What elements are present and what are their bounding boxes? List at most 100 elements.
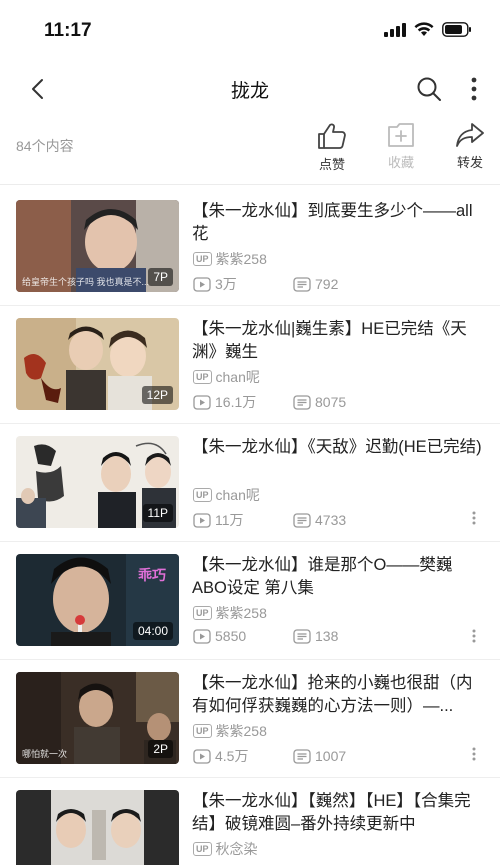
danmaku-count-value: 792 [315,276,339,292]
play-count-icon [193,512,211,528]
video-item[interactable]: 【朱一龙水仙】【巍然】【HE】【合集完结】破镜难圆–番外持续更新中 UP 秋念染 [0,778,500,865]
view-count: 3万 [193,274,237,294]
uploader-name: 秋念染 [215,841,258,857]
content-count: 84个内容 [16,138,74,154]
item-more-button[interactable] [468,508,480,528]
danmaku-count: 1007 [293,748,346,764]
item-more-button[interactable] [468,744,480,764]
up-tag-icon: UP [193,606,212,620]
video-stats: 4.5万 1007 [193,746,346,766]
status-icons [384,22,472,37]
danmaku-count: 4733 [293,512,346,528]
video-item[interactable]: 乖巧 04:00 【朱一龙水仙】谁是那个O——樊巍ABO设定 第八集 UP 紫紫… [0,542,500,660]
uploader-name: chan呢 [215,369,260,385]
video-thumbnail[interactable]: 给皇帝生个孩子吗 我也真是不... 7P [16,200,179,292]
part-count-badge: 12P [141,386,173,404]
view-count-value: 16.1万 [215,394,257,410]
video-stats: 5850 138 [193,628,338,644]
uploader: UP chan呢 [193,367,260,387]
more-vertical-icon [472,629,476,643]
video-item[interactable]: 哪怕就一次 2P 【朱一龙水仙】抢来的小巍也很甜（内有如何俘获巍巍的心方法一则）… [0,660,500,778]
play-count-icon [193,276,211,292]
uploader-name: 紫紫258 [215,605,267,621]
video-stats: 11万 4733 [193,510,346,530]
danmaku-icon [293,512,311,528]
danmaku-icon [293,394,311,410]
status-time: 11:17 [44,20,92,41]
more-vertical-icon [472,511,476,525]
uploader: UP chan呢 [193,485,260,505]
nav-bar: 拢龙 [0,62,500,116]
divider [0,184,500,185]
danmaku-icon [293,276,311,292]
uploader: UP 紫紫258 [193,249,267,269]
view-count-value: 3万 [215,276,237,292]
video-item[interactable]: 12P 【朱一龙水仙|巍生素】HE已完结《天渊》巍生 UP chan呢 16.1… [0,306,500,424]
search-button[interactable] [414,74,444,104]
video-thumbnail[interactable]: 乖巧 04:00 [16,554,179,646]
danmaku-count: 138 [293,628,338,644]
video-stats: 3万 792 [193,274,338,294]
video-title[interactable]: 【朱一龙水仙】《天敌》迟勤(HE已完结) [192,436,484,459]
view-count-value: 11万 [215,512,244,528]
more-vertical-icon [471,77,477,101]
share-arrow-icon [456,123,484,147]
up-tag-icon: UP [193,842,212,856]
view-count: 16.1万 [193,392,256,412]
video-title[interactable]: 【朱一龙水仙】到底要生多少个——all花 [192,200,484,246]
thumbnail-caption: 给皇帝生个孩子吗 我也真是不... [22,277,150,287]
like-label: 点赞 [318,157,345,172]
video-title[interactable]: 【朱一龙水仙|巍生素】HE已完结《天渊》巍生 [192,318,484,364]
thumbnail-caption: 哪怕就一次 [22,749,68,759]
video-list: 给皇帝生个孩子吗 我也真是不... 7P 【朱一龙水仙】到底要生多少个——all… [0,188,500,865]
search-icon [417,77,441,101]
add-favorite-icon [388,123,414,147]
view-count-value: 5850 [215,628,247,644]
summary-bar: 84个内容 点赞 收藏 转发 [0,116,500,182]
danmaku-count-value: 1007 [315,748,347,764]
up-tag-icon: UP [193,488,212,502]
part-count-badge: 7P [148,268,173,286]
danmaku-icon [293,748,311,764]
like-button[interactable]: 点赞 [307,122,357,173]
danmaku-icon [293,628,311,644]
danmaku-count-value: 8075 [315,394,347,410]
share-button[interactable]: 转发 [445,122,495,171]
video-title[interactable]: 【朱一龙水仙】抢来的小巍也很甜（内有如何俘获巍巍的心方法一则）—... [192,672,484,718]
video-thumbnail[interactable] [16,790,179,865]
video-title[interactable]: 【朱一龙水仙】谁是那个O——樊巍ABO设定 第八集 [192,554,484,600]
battery-icon [442,22,471,37]
uploader-name: chan呢 [215,487,260,503]
video-stats: 16.1万 8075 [193,392,346,412]
signal-icon [384,22,406,37]
video-thumbnail[interactable]: 哪怕就一次 2P [16,672,179,764]
video-title[interactable]: 【朱一龙水仙】【巍然】【HE】【合集完结】破镜难圆–番外持续更新中 [192,790,484,836]
item-more-button[interactable] [468,626,480,646]
view-count: 4.5万 [193,746,248,766]
part-count-badge: 11P [142,504,173,522]
play-count-icon [193,628,211,644]
uploader: UP 紫紫258 [193,603,267,623]
thumbs-up-icon [318,123,346,149]
up-tag-icon: UP [193,370,212,384]
video-item[interactable]: 给皇帝生个孩子吗 我也真是不... 7P 【朱一龙水仙】到底要生多少个——all… [0,188,500,306]
view-count: 5850 [193,628,246,644]
more-button[interactable] [462,74,486,104]
video-thumbnail[interactable]: 11P [16,436,179,528]
favorite-button[interactable]: 收藏 [376,122,426,171]
favorite-label: 收藏 [387,155,414,170]
up-tag-icon: UP [193,724,212,738]
play-count-icon [193,748,211,764]
status-bar: 11:17 [0,0,500,62]
video-thumbnail[interactable]: 12P [16,318,179,410]
video-item[interactable]: 11P 【朱一龙水仙】《天敌》迟勤(HE已完结) UP chan呢 11万 47… [0,424,500,542]
share-label: 转发 [456,155,483,170]
view-count: 11万 [193,510,244,530]
wifi-icon [414,22,434,36]
uploader: UP 秋念染 [193,839,258,859]
uploader: UP 紫紫258 [193,721,267,741]
more-vertical-icon [472,747,476,761]
uploader-name: 紫紫258 [215,723,267,739]
up-tag-icon: UP [193,252,212,266]
back-button[interactable] [22,74,52,104]
